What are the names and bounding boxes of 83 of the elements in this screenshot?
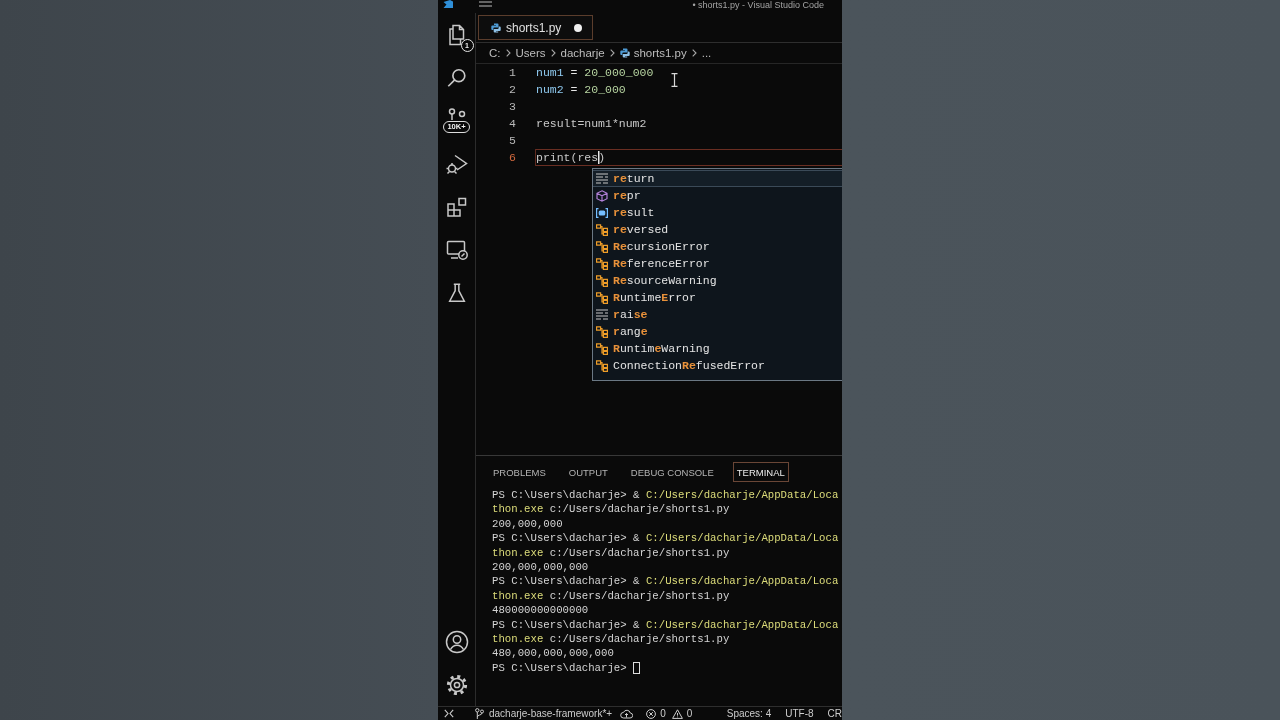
- class-icon: [596, 342, 608, 355]
- suggestion-item[interactable]: ConnectionRefusedError: [593, 357, 842, 374]
- chevron-right-icon: [550, 49, 556, 57]
- settings-icon[interactable]: [444, 672, 469, 697]
- chevron-right-icon: [505, 49, 511, 57]
- breadcrumb-item[interactable]: Users: [515, 47, 546, 59]
- remote-icon[interactable]: [444, 709, 454, 718]
- terminal-line: PS C:\Users\dacharje> & C:/Users/dacharje/AppData/Loca: [492, 489, 839, 501]
- terminal-line: 200,000,000: [492, 517, 563, 530]
- cloud-icon[interactable]: [620, 708, 634, 719]
- code-line: print(res): [536, 151, 606, 164]
- source-control-icon[interactable]: [446, 108, 467, 120]
- breadcrumb-item[interactable]: shorts1.py: [619, 47, 687, 59]
- branch-name[interactable]: dacharje-base-framework*+: [489, 707, 613, 720]
- code-line: result=num1*num2: [536, 117, 647, 130]
- suggestion-item[interactable]: RuntimeWarning: [593, 340, 842, 357]
- class-icon: [596, 240, 608, 253]
- suggestion-item[interactable]: return: [593, 170, 842, 187]
- class-icon: [596, 274, 608, 287]
- warning-icon[interactable]: [671, 708, 683, 719]
- suggestion-item[interactable]: repr: [593, 187, 842, 204]
- class-icon: [596, 223, 608, 236]
- file-icon: [619, 48, 630, 58]
- terminal-line: PS C:\Users\dacharje> & C:/Users/dacharje/AppData/Loca: [492, 618, 839, 631]
- suggestion-item[interactable]: reversed: [593, 221, 842, 238]
- code-line: num2 = 20_000: [536, 83, 626, 96]
- line-number: 1: [508, 65, 516, 81]
- menu-icon[interactable]: [479, 1, 492, 7]
- i-beam-cursor-icon: [671, 73, 678, 87]
- suggestion-item[interactable]: range: [593, 323, 842, 340]
- terminal-line: PS C:\Users\dacharje> & C:/Users/dacharje/AppData/Loca: [492, 575, 839, 588]
- suggestion-item[interactable]: ResourceWarning: [593, 272, 842, 289]
- line-number: 3: [508, 99, 516, 115]
- status-item[interactable]: CR: [827, 707, 842, 720]
- code-line: num1 = 20_000_000: [536, 66, 654, 79]
- panel-tab[interactable]: OUTPUT: [564, 462, 612, 482]
- terminal-line: 200,000,000,000: [492, 560, 589, 573]
- error-count[interactable]: 0: [660, 707, 666, 720]
- error-icon[interactable]: [646, 708, 657, 719]
- chevron-right-icon: [691, 49, 697, 57]
- keyword-icon: [596, 173, 608, 184]
- terminal-line: PS C:\Users\dacharje> & C:/Users/dacharje/AppData/Loca: [492, 532, 839, 545]
- line-number: 4: [508, 116, 516, 132]
- terminal-line: thon.exe c:/Users/dacharje/shorts1.py: [492, 546, 730, 559]
- warning-count[interactable]: 0: [686, 707, 693, 720]
- suggestion-item[interactable]: raise: [593, 306, 842, 323]
- breadcrumb-item[interactable]: dacharje: [560, 47, 605, 59]
- file-icon: [491, 22, 501, 33]
- line-number: 2: [508, 82, 516, 98]
- panel-tab[interactable]: DEBUG CONSOLE: [626, 462, 718, 482]
- suggestion-item[interactable]: result: [593, 204, 842, 221]
- chevron-right-icon: [609, 49, 615, 57]
- editor-tab[interactable]: shorts1.py: [478, 15, 594, 40]
- suggestion-item[interactable]: RuntimeError: [593, 289, 842, 306]
- class-icon: [596, 359, 608, 372]
- panel-tab[interactable]: PROBLEMS: [489, 462, 550, 482]
- status-item[interactable]: UTF-8: [785, 707, 814, 720]
- class-icon: [596, 257, 608, 270]
- line-number: 5: [508, 133, 516, 149]
- panel-tab[interactable]: TERMINAL: [732, 462, 789, 482]
- class-icon: [596, 325, 608, 338]
- account-icon[interactable]: [444, 629, 469, 654]
- breadcrumb-item[interactable]: C:: [489, 47, 501, 59]
- suggestion-item[interactable]: RecursionError: [593, 238, 842, 255]
- terminal-line: 480,000,000,000,000: [492, 647, 614, 660]
- search-icon[interactable]: [445, 66, 468, 89]
- terminal-line: thon.exe c:/Users/dacharje/shorts1.py: [492, 632, 730, 645]
- status-item[interactable]: Spaces: 4: [726, 707, 772, 720]
- terminal-line: thon.exe c:/Users/dacharje/shorts1.py: [492, 503, 730, 516]
- cube-icon: [596, 189, 608, 202]
- keyword-icon: [596, 309, 608, 320]
- variable-icon: [596, 207, 608, 218]
- terminal-line: PS C:\Users\dacharje>: [492, 661, 628, 674]
- suggestion-item[interactable]: ReferenceError: [593, 255, 842, 272]
- terminal-line: thon.exe c:/Users/dacharje/shorts1.py: [492, 589, 730, 602]
- terminal-line: 480000000000000: [492, 604, 589, 617]
- breadcrumb-item[interactable]: ...: [701, 47, 712, 59]
- block-cursor-icon: [633, 661, 641, 674]
- logo-icon[interactable]: [443, 0, 453, 8]
- branch-icon: [475, 708, 484, 719]
- class-icon: [596, 291, 608, 304]
- line-number: 6: [508, 150, 516, 166]
- window-title: • shorts1.py - Visual Studio Code: [692, 0, 824, 10]
